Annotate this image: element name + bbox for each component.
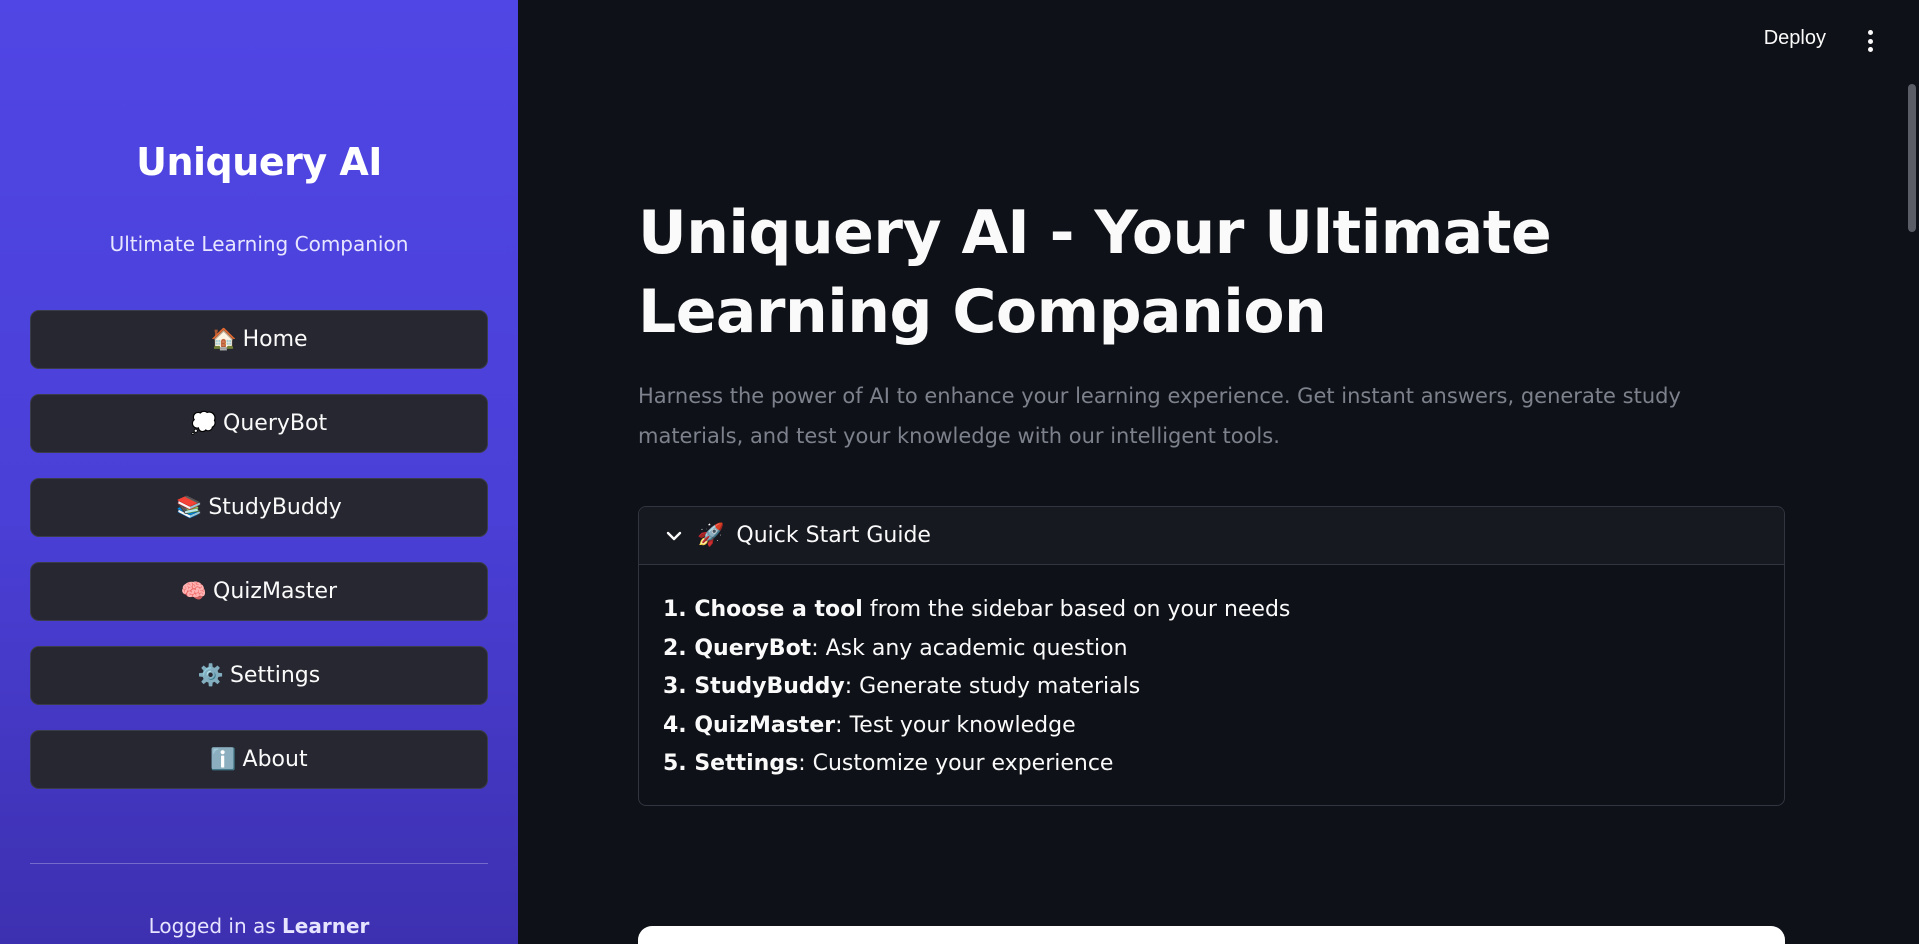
list-item: 2. QueryBot: Ask any academic question — [663, 635, 1128, 661]
gear-icon: ⚙️ — [197, 663, 224, 687]
nav-button-about[interactable]: ℹ️ About — [30, 730, 488, 789]
nav-button-label: QueryBot — [223, 411, 328, 436]
list-item: 4. QuizMaster: Test your knowledge — [663, 712, 1076, 738]
list-item: 3. StudyBuddy: Generate study materials — [663, 674, 1141, 699]
kebab-menu-icon[interactable] — [1863, 30, 1877, 52]
nav-button-settings[interactable]: ⚙️ Settings — [30, 646, 488, 705]
logged-in-prefix: Logged in as — [148, 914, 283, 938]
speech-bubble-icon: 💭 — [190, 411, 218, 435]
nav-button-quizmaster[interactable]: 🧠 QuizMaster — [30, 562, 488, 621]
list-item: 5. Settings: Customize your experience — [663, 751, 1114, 776]
nav-button-querybot[interactable]: 💭 QueryBot — [30, 394, 488, 453]
logged-in-status: Logged in as Learner — [0, 914, 518, 938]
sidebar-title: Uniquery AI — [136, 140, 382, 184]
expander-label: Quick Start Guide — [736, 523, 931, 548]
nav-button-label: Home — [242, 327, 308, 352]
list-item: 1. Choose a tool from the sidebar based … — [663, 597, 1291, 622]
expander-header[interactable]: 🚀 Quick Start Guide — [639, 507, 1784, 565]
house-icon: 🏠 — [210, 327, 237, 351]
page-description: Harness the power of AI to enhance your … — [638, 384, 1681, 448]
sidebar-subtitle: Ultimate Learning Companion — [109, 232, 409, 256]
info-icon: ℹ️ — [210, 747, 237, 771]
logged-in-user: Learner — [282, 914, 370, 938]
main-content: Deploy Uniquery AI - Your Ultimate Learn… — [518, 0, 1919, 944]
content-card — [638, 926, 1785, 944]
nav-button-label: About — [242, 747, 308, 772]
nav-button-studybuddy[interactable]: 📚 StudyBuddy — [30, 478, 488, 537]
chevron-down-icon — [663, 525, 685, 547]
sidebar: Uniquery AI Ultimate Learning Companion … — [0, 0, 518, 944]
books-icon: 📚 — [176, 495, 203, 519]
quick-start-expander: 🚀 Quick Start Guide 1. Choose a tool fro… — [638, 506, 1785, 806]
nav-button-label: StudyBuddy — [208, 495, 342, 520]
nav-button-label: Settings — [229, 663, 321, 688]
page-title: Uniquery AI - Your Ultimate Learning Com… — [638, 198, 1552, 347]
expander-body: 1. Choose a tool from the sidebar based … — [639, 565, 1784, 784]
nav-button-home[interactable]: 🏠 Home — [30, 310, 488, 369]
nav-button-label: QuizMaster — [213, 579, 338, 604]
sidebar-divider — [30, 863, 488, 864]
brain-icon: 🧠 — [180, 579, 208, 603]
scrollbar-thumb[interactable] — [1908, 84, 1916, 232]
deploy-button[interactable]: Deploy — [1764, 27, 1826, 50]
app-root: Uniquery AI Ultimate Learning Companion … — [0, 0, 1919, 944]
rocket-icon: 🚀 — [697, 523, 725, 548]
